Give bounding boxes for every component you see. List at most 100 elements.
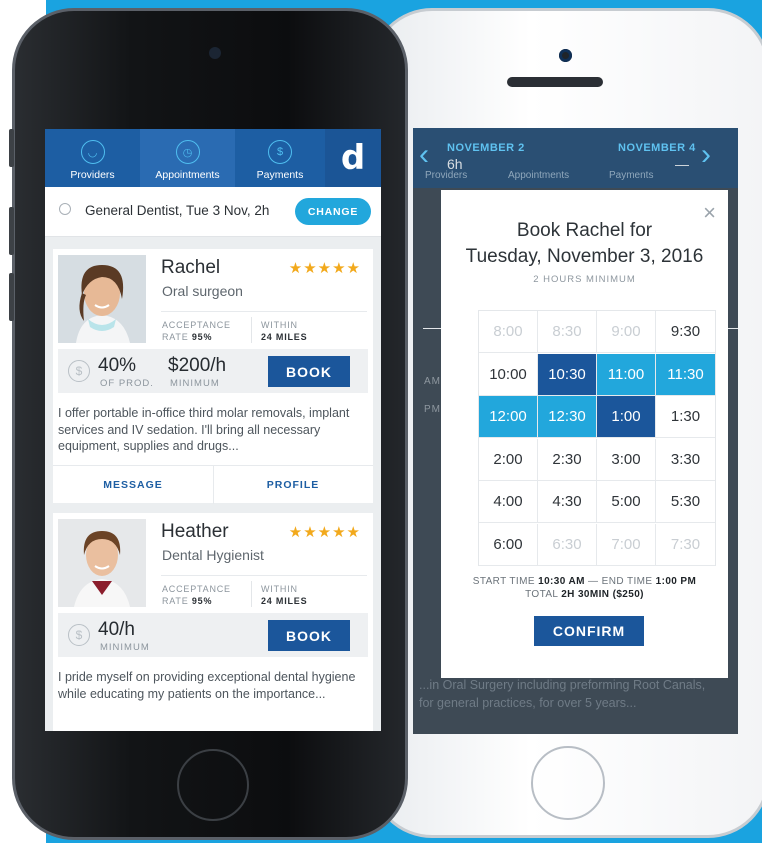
within-label: WITHIN [261, 320, 298, 330]
time-slot[interactable]: 9:30 [656, 311, 715, 353]
within-label: WITHIN [261, 584, 298, 594]
chevron-left-icon[interactable]: ‹ [419, 138, 429, 172]
time-slot[interactable]: 4:30 [538, 481, 597, 523]
time-slot: 9:00 [597, 311, 656, 353]
provider-card-rachel: Rachel ★★★★★ Oral surgeon ACCEPTANCE RAT… [53, 249, 373, 504]
book-button[interactable]: BOOK [268, 620, 350, 651]
total-summary: TOTAL 2H 30MIN ($250) [441, 589, 728, 600]
tab-label: Payments [256, 169, 304, 181]
time-slot[interactable]: 4:00 [479, 481, 538, 523]
dollar-icon: $ [68, 624, 90, 646]
dimmed-description: ...in Oral Surgery including preforming … [419, 678, 706, 710]
time-slot-grid: 8:00 8:30 9:00 9:30 10:00 10:30 11:00 11:30 12:0… [478, 310, 716, 566]
booking-modal: × Book Rachel for Tuesday, November 3, 2… [441, 190, 728, 678]
acceptance-rate: ACCEPTANCE RATE 95% [162, 319, 231, 343]
clock-icon: ◷ [175, 140, 200, 164]
provider-description: I offer portable in-office third molar r… [58, 406, 350, 453]
time-slot[interactable]: 12:00 [479, 396, 538, 438]
price-hourly: $200/h [168, 355, 227, 376]
search-query[interactable]: General Dentist, Tue 3 Nov, 2h [85, 203, 269, 218]
price-percent-sub: OF PROD. [100, 378, 154, 389]
time-slot[interactable]: 5:00 [597, 481, 656, 523]
volume-down-button [9, 273, 14, 321]
end-time: 1:00 PM [655, 576, 697, 587]
price-bar: $ 40% OF PROD. $200/h MINIMUM BOOK [58, 349, 368, 393]
time-slot[interactable]: 1:00 [597, 396, 656, 438]
time-slot: 7:30 [656, 524, 715, 566]
divider [161, 311, 367, 312]
dimmed-header: ‹ NOVEMBER 2 6h NOVEMBER 4 — › Providers… [413, 128, 738, 188]
price-hourly: 40/h [98, 619, 135, 640]
price-hourly-sub: MINIMUM [100, 642, 150, 653]
tab-appointments[interactable]: ◷ Appointments [140, 129, 235, 187]
rating-stars: ★★★★★ [288, 524, 361, 541]
time-slot[interactable]: 6:00 [479, 523, 538, 566]
distance-value: 24 MILES [261, 332, 308, 342]
tab-payments[interactable]: $ Payments [235, 129, 325, 187]
time-slot: 6:30 [538, 523, 597, 566]
divider [161, 575, 367, 576]
rate-value: 95% [191, 332, 213, 342]
time-slot[interactable]: 11:30 [656, 353, 715, 396]
book-button[interactable]: BOOK [268, 356, 350, 387]
rate-label: RATE [162, 332, 189, 342]
front-camera [559, 49, 572, 62]
chevron-right-icon[interactable]: › [701, 138, 711, 172]
prev-date: NOVEMBER 2 [447, 142, 525, 154]
provider-role: Oral surgeon [162, 283, 243, 299]
acceptance-rate: ACCEPTANCE RATE 95% [162, 583, 231, 607]
acceptance-label: ACCEPTANCE [162, 320, 231, 330]
provider-name[interactable]: Heather [161, 521, 229, 543]
meta-separator [251, 581, 252, 607]
home-button [531, 746, 605, 820]
confirm-button[interactable]: CONFIRM [534, 616, 644, 646]
time-slot[interactable]: 12:30 [538, 396, 597, 438]
total-value: 2H 30MIN ($250) [561, 589, 644, 600]
start-time: 10:30 AM [538, 576, 585, 587]
start-label: START TIME [472, 576, 535, 587]
time-slot[interactable]: 10:00 [479, 353, 538, 396]
modal-title-line2: Tuesday, November 3, 2016 [465, 246, 704, 267]
time-slot[interactable]: 11:00 [597, 353, 656, 396]
next-date-hours: — [675, 156, 689, 172]
time-slot[interactable]: 2:30 [538, 438, 597, 481]
earpiece-speaker [507, 77, 603, 87]
time-slot[interactable]: 1:30 [656, 396, 715, 438]
message-button[interactable]: MESSAGE [53, 466, 213, 504]
distance: WITHIN 24 MILES [261, 583, 307, 607]
app-logo[interactable]: d [325, 129, 381, 187]
next-date: NOVEMBER 4 [618, 142, 696, 154]
provider-description: I pride myself on providing exceptional … [58, 670, 356, 701]
profile-button[interactable]: PROFILE [213, 466, 373, 504]
time-slot[interactable]: 3:00 [597, 438, 656, 481]
front-camera [209, 47, 221, 59]
distance-value: 24 MILES [261, 596, 308, 606]
tab-providers[interactable]: ◡ Providers [45, 129, 140, 187]
dim-nav-payments: Payments [609, 170, 654, 181]
dim-nav-appointments: Appointments [508, 170, 570, 181]
change-button[interactable]: CHANGE [295, 198, 371, 225]
dollar-icon: $ [68, 360, 90, 382]
dim-nav-providers: Providers [425, 170, 468, 181]
time-slot: 7:00 [597, 523, 656, 566]
rating-stars: ★★★★★ [288, 260, 361, 277]
home-button [177, 749, 249, 821]
provider-name[interactable]: Rachel [161, 257, 220, 279]
time-slot[interactable]: 3:30 [656, 439, 715, 481]
minimum-hours: 2 HOURS MINIMUM [533, 274, 636, 285]
rate-label: RATE [162, 596, 189, 606]
am-label: AM [424, 376, 441, 387]
search-bar: General Dentist, Tue 3 Nov, 2h CHANGE [45, 187, 381, 237]
time-slot[interactable]: 2:00 [479, 438, 538, 481]
volume-up-button [9, 207, 14, 255]
time-slot[interactable]: 5:30 [656, 481, 715, 523]
pm-label: PM [424, 404, 441, 415]
phone-black: ◡ Providers ◷ Appointments $ Payments d … [9, 8, 408, 840]
time-slot[interactable]: 10:30 [538, 353, 597, 396]
mute-switch [9, 129, 14, 167]
avatar [58, 519, 146, 607]
phone-white: ‹ NOVEMBER 2 6h NOVEMBER 4 — › Providers… [370, 8, 762, 838]
booking-screen: ‹ NOVEMBER 2 6h NOVEMBER 4 — › Providers… [413, 128, 738, 734]
price-percent: 40% [98, 355, 137, 376]
tab-label: Providers [70, 169, 115, 181]
